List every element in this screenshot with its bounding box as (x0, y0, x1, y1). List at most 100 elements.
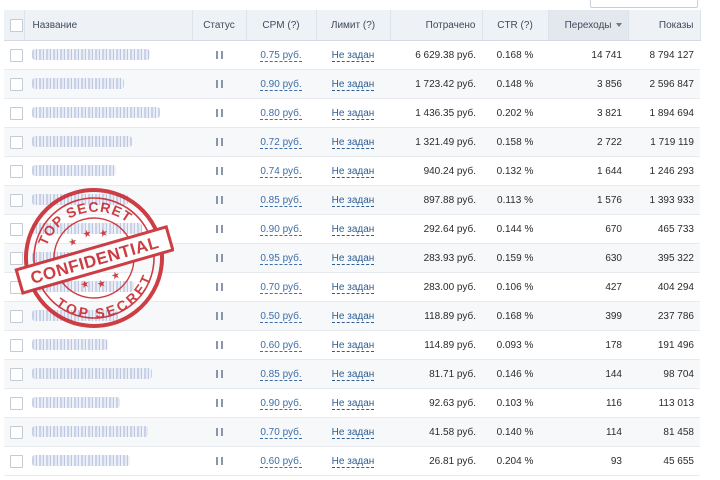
limit-link[interactable]: Не задан (331, 78, 375, 91)
header-status[interactable]: Статус (192, 10, 247, 41)
cpm-link[interactable]: 0.90 руб. (260, 397, 302, 410)
row-checkbox-cell[interactable] (4, 446, 24, 476)
pause-icon[interactable] (215, 166, 223, 175)
row-checkbox[interactable] (10, 164, 23, 178)
row-checkbox[interactable] (10, 367, 23, 381)
row-name-redacted[interactable] (24, 301, 192, 331)
limit-link[interactable]: Не задан (331, 426, 375, 439)
row-checkbox[interactable] (10, 454, 23, 468)
pause-icon[interactable] (215, 108, 223, 117)
row-status[interactable] (192, 98, 246, 128)
row-name-redacted[interactable] (24, 214, 192, 244)
limit-link[interactable]: Не задан (331, 194, 375, 207)
pause-icon[interactable] (215, 311, 223, 320)
row-checkbox-cell[interactable] (4, 40, 24, 70)
row-checkbox[interactable] (10, 135, 23, 149)
pause-icon[interactable] (215, 50, 223, 59)
pause-icon[interactable] (215, 79, 223, 88)
row-checkbox[interactable] (10, 77, 23, 91)
row-checkbox-cell[interactable] (4, 272, 24, 302)
cpm-link[interactable]: 0.85 руб. (260, 194, 302, 207)
select-all-checkbox-cell[interactable] (4, 10, 25, 41)
header-spent[interactable]: Потрачено (390, 10, 483, 41)
row-name-redacted[interactable] (24, 388, 192, 418)
row-checkbox-cell[interactable] (4, 98, 24, 128)
row-checkbox[interactable] (10, 396, 23, 410)
row-checkbox-cell[interactable] (4, 359, 24, 389)
cpm-link[interactable]: 0.70 руб. (260, 281, 302, 294)
table-row[interactable]: 0.70 руб. Не задан 41.58 руб. 0.140 % 114 81 … (4, 417, 700, 447)
limit-link[interactable]: Не задан (331, 136, 375, 149)
row-checkbox[interactable] (10, 193, 23, 207)
row-name-redacted[interactable] (24, 446, 192, 476)
row-checkbox-cell[interactable] (4, 185, 24, 215)
cpm-link[interactable]: 0.80 руб. (260, 107, 302, 120)
limit-link[interactable]: Не задан (331, 368, 375, 381)
cpm-link[interactable]: 0.90 руб. (260, 223, 302, 236)
row-name-redacted[interactable] (24, 69, 192, 99)
row-checkbox[interactable] (10, 251, 23, 265)
row-status[interactable] (192, 330, 246, 360)
toolbar-field[interactable] (590, 0, 698, 8)
header-limit[interactable]: Лимит (?) (316, 10, 391, 41)
table-row[interactable]: 0.90 руб. Не задан 1 723.42 руб. 0.148 % 3 8… (4, 69, 700, 99)
cpm-link[interactable]: 0.72 руб. (260, 136, 302, 149)
row-checkbox-cell[interactable] (4, 301, 24, 331)
row-status[interactable] (192, 156, 246, 186)
row-status[interactable] (192, 417, 246, 447)
row-status[interactable] (192, 388, 246, 418)
row-checkbox[interactable] (10, 48, 23, 62)
select-all-checkbox[interactable] (10, 18, 24, 32)
cpm-link[interactable]: 0.95 руб. (260, 252, 302, 265)
header-cpm[interactable]: CPM (?) (246, 10, 317, 41)
table-row[interactable]: 0.72 руб. Не задан 1 321.49 руб. 0.158 % 2 7… (4, 127, 700, 157)
table-row[interactable]: 0.90 руб. Не задан 92.63 руб. 0.103 % 116 113… (4, 388, 700, 418)
row-checkbox-cell[interactable] (4, 243, 24, 273)
pause-icon[interactable] (215, 195, 223, 204)
header-clicks[interactable]: Переходы (548, 10, 629, 41)
table-row[interactable]: 0.60 руб. Не задан 114.89 руб. 0.093 % 178 19… (4, 330, 700, 360)
row-name-redacted[interactable] (24, 330, 192, 360)
table-row[interactable]: 0.90 руб. Не задан 292.64 руб. 0.144 % 670 46… (4, 214, 700, 244)
table-row[interactable]: 0.50 руб. Не задан 118.89 руб. 0.168 % 399 23… (4, 301, 700, 331)
pause-icon[interactable] (215, 224, 223, 233)
row-status[interactable] (192, 69, 246, 99)
row-name-redacted[interactable] (24, 40, 192, 70)
cpm-link[interactable]: 0.60 руб. (260, 339, 302, 352)
row-checkbox-cell[interactable] (4, 388, 24, 418)
row-checkbox[interactable] (10, 309, 23, 323)
row-name-redacted[interactable] (24, 127, 192, 157)
row-name-redacted[interactable] (24, 243, 192, 273)
row-status[interactable] (192, 446, 246, 476)
table-row[interactable]: 0.85 руб. Не задан 81.71 руб. 0.146 % 144 98 … (4, 359, 700, 389)
table-row[interactable]: 0.74 руб. Не задан 940.24 руб. 0.132 % 1 644… (4, 156, 700, 186)
row-checkbox-cell[interactable] (4, 214, 24, 244)
limit-link[interactable]: Не задан (331, 397, 375, 410)
limit-link[interactable]: Не задан (331, 310, 375, 323)
row-status[interactable] (192, 243, 246, 273)
cpm-link[interactable]: 0.90 руб. (260, 78, 302, 91)
limit-link[interactable]: Не задан (331, 339, 375, 352)
cpm-link[interactable]: 0.85 руб. (260, 368, 302, 381)
limit-link[interactable]: Не задан (331, 252, 375, 265)
pause-icon[interactable] (215, 369, 223, 378)
header-ctr[interactable]: CTR (?) (482, 10, 549, 41)
limit-link[interactable]: Не задан (331, 281, 375, 294)
row-name-redacted[interactable] (24, 98, 192, 128)
row-name-redacted[interactable] (24, 156, 192, 186)
row-status[interactable] (192, 127, 246, 157)
row-checkbox[interactable] (10, 338, 23, 352)
row-checkbox-cell[interactable] (4, 417, 24, 447)
row-status[interactable] (192, 40, 246, 70)
row-name-redacted[interactable] (24, 417, 192, 447)
row-name-redacted[interactable] (24, 272, 192, 302)
row-checkbox-cell[interactable] (4, 69, 24, 99)
limit-link[interactable]: Не задан (331, 223, 375, 236)
table-row[interactable]: 0.85 руб. Не задан 897.88 руб. 0.113 % 1 576… (4, 185, 700, 215)
header-shows[interactable]: Показы (628, 10, 701, 41)
row-name-redacted[interactable] (24, 359, 192, 389)
table-row[interactable]: 0.60 руб. Не задан 26.81 руб. 0.204 % 93 45 6… (4, 446, 700, 476)
row-checkbox-cell[interactable] (4, 156, 24, 186)
pause-icon[interactable] (215, 253, 223, 262)
cpm-link[interactable]: 0.70 руб. (260, 426, 302, 439)
